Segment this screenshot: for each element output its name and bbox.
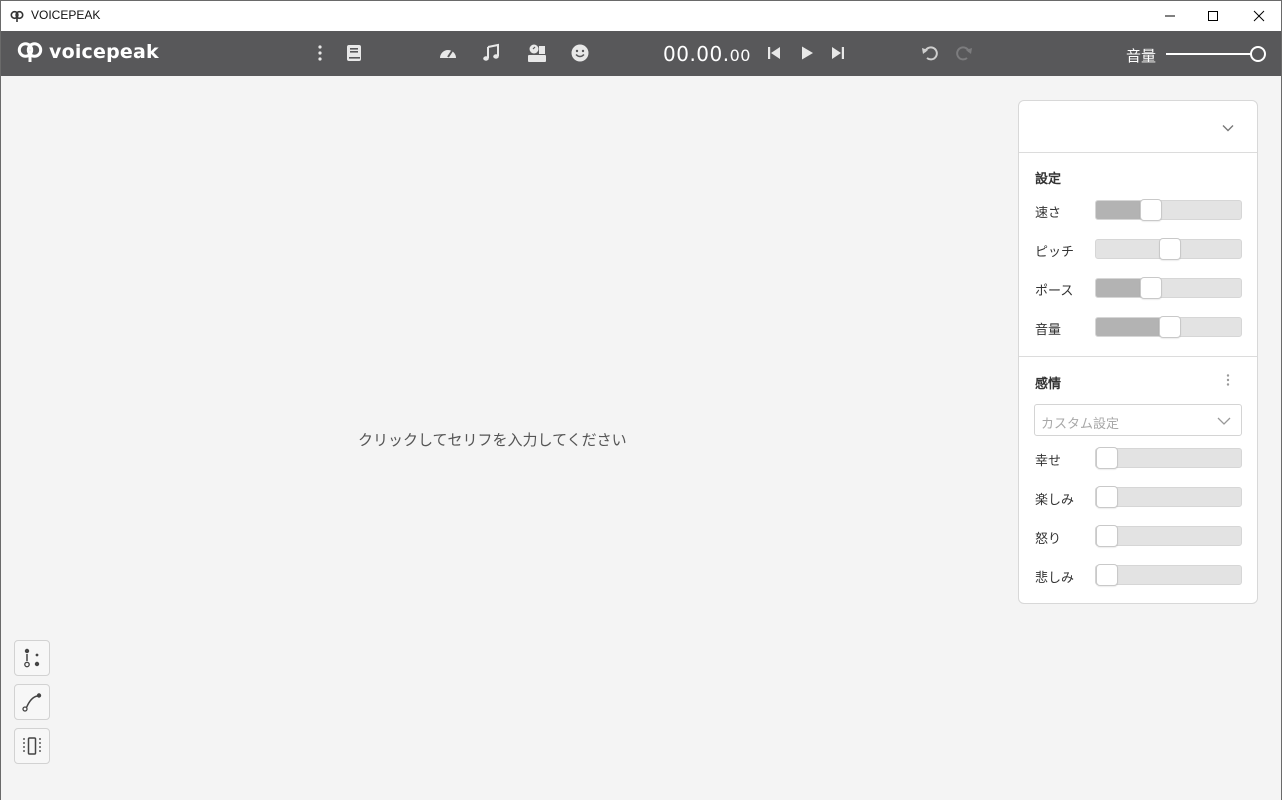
minimize-icon <box>1165 15 1175 17</box>
close-icon <box>1253 10 1265 22</box>
emotion-label: 怒り <box>1035 532 1062 547</box>
voicepeak-logo-icon <box>17 42 43 62</box>
play-icon <box>802 46 813 60</box>
master-volume-label: 音量 <box>1126 47 1157 65</box>
panel-divider <box>1019 356 1257 357</box>
app-logo: voicepeak <box>17 41 159 63</box>
speaker-settings-icon <box>528 44 546 62</box>
setting-slider[interactable] <box>1095 316 1242 338</box>
setting-slider[interactable] <box>1095 277 1242 299</box>
master-volume-track[interactable] <box>1166 53 1254 55</box>
menu-button[interactable] <box>309 42 331 64</box>
curve-tool-icon <box>22 693 42 712</box>
emotion-label: 悲しみ <box>1035 571 1075 586</box>
main-toolbar: voicepeak 00.00.00 音量 <box>1 31 1281 76</box>
skip-forward-button[interactable] <box>827 42 849 64</box>
emotion-label: 楽しみ <box>1035 493 1075 508</box>
emotion-preset-value: カスタム設定 <box>1041 417 1120 432</box>
emotion-button[interactable] <box>569 42 591 64</box>
kebab-menu-icon <box>318 45 322 61</box>
chevron-down-icon <box>1217 417 1231 425</box>
dictionary-icon <box>347 45 361 61</box>
skip-back-icon <box>768 47 780 59</box>
emotion-slider[interactable] <box>1095 447 1242 469</box>
emotion-slider[interactable] <box>1095 564 1242 586</box>
emotion-slider-knob[interactable] <box>1096 564 1118 586</box>
emotion-slider-knob[interactable] <box>1096 447 1118 469</box>
emotion-menu-icon[interactable] <box>1221 373 1235 387</box>
setting-label: 速さ <box>1035 206 1062 221</box>
range-tool-button[interactable] <box>14 728 50 764</box>
emotion-label: 幸せ <box>1035 454 1062 469</box>
setting-slider-knob[interactable] <box>1159 238 1181 260</box>
emotion-slider[interactable] <box>1095 525 1242 547</box>
undo-button[interactable] <box>919 42 941 64</box>
emotion-preset-select[interactable]: カスタム設定 <box>1034 404 1242 436</box>
music-note-icon <box>483 43 499 61</box>
setting-slider-knob[interactable] <box>1140 199 1162 221</box>
skip-forward-icon <box>832 47 844 59</box>
setting-slider-fill <box>1096 318 1163 336</box>
curve-tool-button[interactable] <box>14 684 50 720</box>
logo-text: voicepeak <box>49 41 159 63</box>
minimize-button[interactable] <box>1147 1 1193 31</box>
dictionary-button[interactable] <box>343 42 365 64</box>
music-button[interactable] <box>480 42 502 64</box>
emotion-slider-knob[interactable] <box>1096 486 1118 508</box>
phoneme-tool-button[interactable] <box>14 640 50 676</box>
voice-settings-panel: 設定 速さピッチポース音量 感情 カスタム設定 幸せ楽しみ怒り悲しみ <box>1018 100 1258 604</box>
title-bar: VOICEPEAK <box>1 1 1281 31</box>
redo-icon <box>956 46 972 61</box>
setting-label: ポース <box>1035 284 1074 299</box>
emotion-slider-knob[interactable] <box>1096 525 1118 547</box>
voicepeak-icon <box>10 10 24 22</box>
timecode-main: 00.00. <box>663 42 730 66</box>
emotion-slider[interactable] <box>1095 486 1242 508</box>
setting-slider[interactable] <box>1095 238 1242 260</box>
master-volume-knob[interactable] <box>1250 46 1266 62</box>
setting-slider-knob[interactable] <box>1140 277 1162 299</box>
app-window: VOICEPEAK voicepeak 00.00.00 音量 クリックしてセリ… <box>0 0 1282 800</box>
speaker-settings-button[interactable] <box>526 42 548 64</box>
setting-slider[interactable] <box>1095 199 1242 221</box>
emotion-icon <box>571 44 589 62</box>
setting-slider-fill <box>1096 201 1144 219</box>
setting-slider-knob[interactable] <box>1159 316 1181 338</box>
phoneme-tool-icon <box>24 648 40 668</box>
timecode-fraction: 00 <box>729 46 751 65</box>
chevron-down-icon <box>1222 125 1234 132</box>
maximize-icon <box>1208 11 1218 21</box>
speed-button[interactable] <box>437 42 459 64</box>
setting-slider-fill <box>1096 279 1144 297</box>
speed-icon <box>440 50 456 58</box>
setting-label: ピッチ <box>1035 245 1075 260</box>
play-button[interactable] <box>796 42 818 64</box>
window-title: VOICEPEAK <box>31 8 101 22</box>
close-button[interactable] <box>1236 1 1282 31</box>
timecode-display: 00.00.00 <box>663 42 751 66</box>
settings-section-title: 設定 <box>1035 172 1062 187</box>
range-tool-icon <box>23 737 41 755</box>
redo-button[interactable] <box>953 42 975 64</box>
undo-icon <box>922 46 938 61</box>
narrator-selector[interactable] <box>1019 101 1257 153</box>
setting-label: 音量 <box>1035 323 1062 338</box>
editor-placeholder[interactable]: クリックしてセリフを入力してください <box>358 429 627 450</box>
emotion-section-title: 感情 <box>1035 377 1062 392</box>
maximize-button[interactable] <box>1190 1 1236 31</box>
skip-back-button[interactable] <box>763 42 785 64</box>
